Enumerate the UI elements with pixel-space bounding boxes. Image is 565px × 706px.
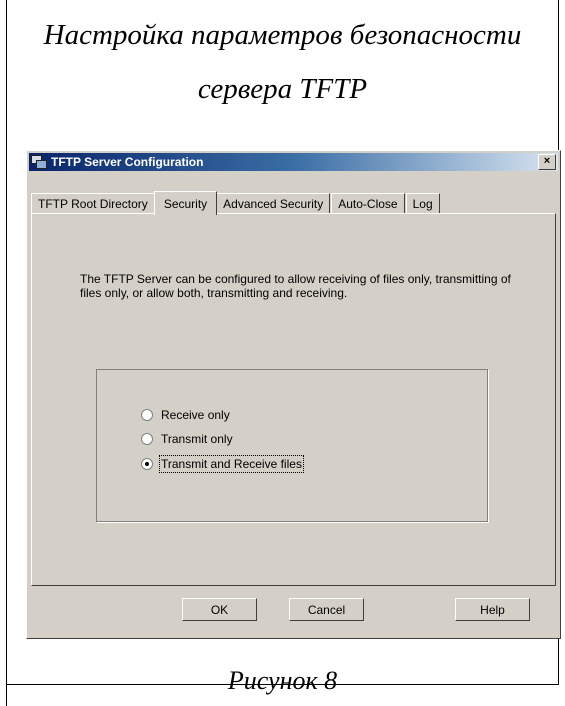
option-transmit-and-receive[interactable]: Transmit and Receive files [141, 455, 304, 473]
tftp-config-dialog: TFTP Server Configuration × TFTP Root Di… [26, 150, 561, 639]
tab-security[interactable]: Security [153, 191, 218, 215]
security-tab-panel: The TFTP Server can be configured to all… [31, 213, 556, 586]
radio-transmit-and-receive[interactable] [141, 458, 153, 470]
page-heading-line1: Настройка параметров безопасности [43, 19, 522, 51]
network-computers-icon [31, 155, 47, 169]
radio-receive-only[interactable] [141, 409, 153, 421]
dialog-titlebar[interactable]: TFTP Server Configuration × [29, 153, 558, 171]
figure-caption: Рисунок 8 [227, 666, 338, 695]
page-edge-line [6, 685, 7, 706]
security-description: The TFTP Server can be configured to all… [80, 272, 511, 300]
option-label: Transmit only [161, 432, 233, 446]
tab-strip: TFTP Root Directory Security Advanced Se… [31, 190, 441, 215]
option-label: Receive only [161, 408, 230, 422]
tab-log[interactable]: Log [405, 193, 440, 214]
cancel-button[interactable]: Cancel [289, 598, 364, 621]
close-button[interactable]: × [538, 154, 556, 170]
tab-root-directory[interactable]: TFTP Root Directory [31, 193, 155, 214]
option-receive-only[interactable]: Receive only [141, 408, 230, 422]
radio-transmit-only[interactable] [141, 433, 153, 445]
option-transmit-only[interactable]: Transmit only [141, 432, 233, 446]
tab-advanced-security[interactable]: Advanced Security [216, 193, 331, 214]
page-heading-line2: сервера TFTP [197, 73, 368, 105]
ok-button[interactable]: OK [182, 598, 257, 621]
option-label: Transmit and Receive files [159, 455, 304, 473]
tab-auto-close[interactable]: Auto-Close [331, 193, 405, 214]
mode-groupbox: Receive only Transmit only Transmit and … [96, 369, 488, 522]
help-button[interactable]: Help [455, 598, 530, 621]
dialog-title: TFTP Server Configuration [51, 155, 204, 169]
